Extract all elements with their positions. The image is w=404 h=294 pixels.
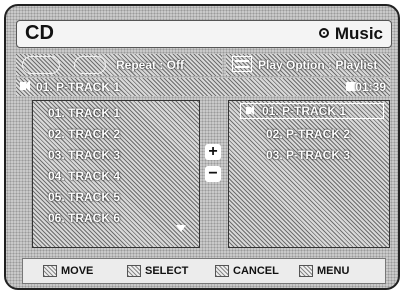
- track-item[interactable]: 03. TRACK 3: [48, 148, 120, 162]
- disc-icon: [318, 28, 329, 38]
- now-playing-track: 01. P-TRACK 1: [36, 80, 121, 94]
- playlist-item[interactable]: 01. P-TRACK 1: [262, 104, 346, 118]
- select-key-icon: [127, 265, 141, 277]
- mode-title: CD: [25, 22, 54, 44]
- media-type-label: Music: [334, 24, 383, 43]
- remove-from-playlist-button[interactable]: −: [205, 166, 221, 182]
- repeat-toggle-a[interactable]: [22, 56, 60, 74]
- cancel-key-icon: [215, 265, 229, 277]
- play-option-icon: [232, 56, 252, 72]
- cd-playlist-screen: CD Music Repeat : Off Play Option : Play…: [4, 4, 400, 290]
- move-key-label: MOVE: [61, 265, 94, 277]
- scroll-down-arrow-icon[interactable]: [176, 225, 186, 232]
- now-playing-bar: 01. P-TRACK 1 01:39: [16, 78, 390, 96]
- repeat-toggle-b[interactable]: [74, 56, 106, 74]
- playlist-item[interactable]: 03. P-TRACK 3: [266, 148, 350, 162]
- move-key-icon: [43, 265, 57, 277]
- media-type: Music: [318, 24, 383, 44]
- speaker-icon: [20, 80, 30, 92]
- track-item[interactable]: 06. TRACK 6: [48, 211, 120, 225]
- title-bar: CD Music: [16, 20, 392, 48]
- key-guide-bar: MOVE SELECT CANCEL MENU: [22, 258, 386, 284]
- menu-key-label: MENU: [317, 265, 350, 277]
- track-item[interactable]: 01. TRACK 1: [48, 106, 120, 120]
- playlist-item[interactable]: 02. P-TRACK 2: [266, 127, 350, 141]
- menu-key-icon: [299, 265, 313, 277]
- play-option-label[interactable]: Play Option : Playlist: [258, 58, 377, 72]
- track-item[interactable]: 04. TRACK 4: [48, 169, 120, 183]
- repeat-status[interactable]: Repeat : Off: [116, 58, 184, 72]
- add-to-playlist-button[interactable]: +: [205, 144, 221, 160]
- playlist-panel: [228, 100, 390, 248]
- select-key-label: SELECT: [145, 265, 189, 277]
- track-item[interactable]: 05. TRACK 5: [48, 190, 120, 204]
- speaker-icon: [246, 105, 254, 115]
- track-item[interactable]: 02. TRACK 2: [48, 127, 120, 141]
- playback-time: 01:39: [355, 80, 386, 94]
- cancel-key-label: CANCEL: [233, 265, 279, 277]
